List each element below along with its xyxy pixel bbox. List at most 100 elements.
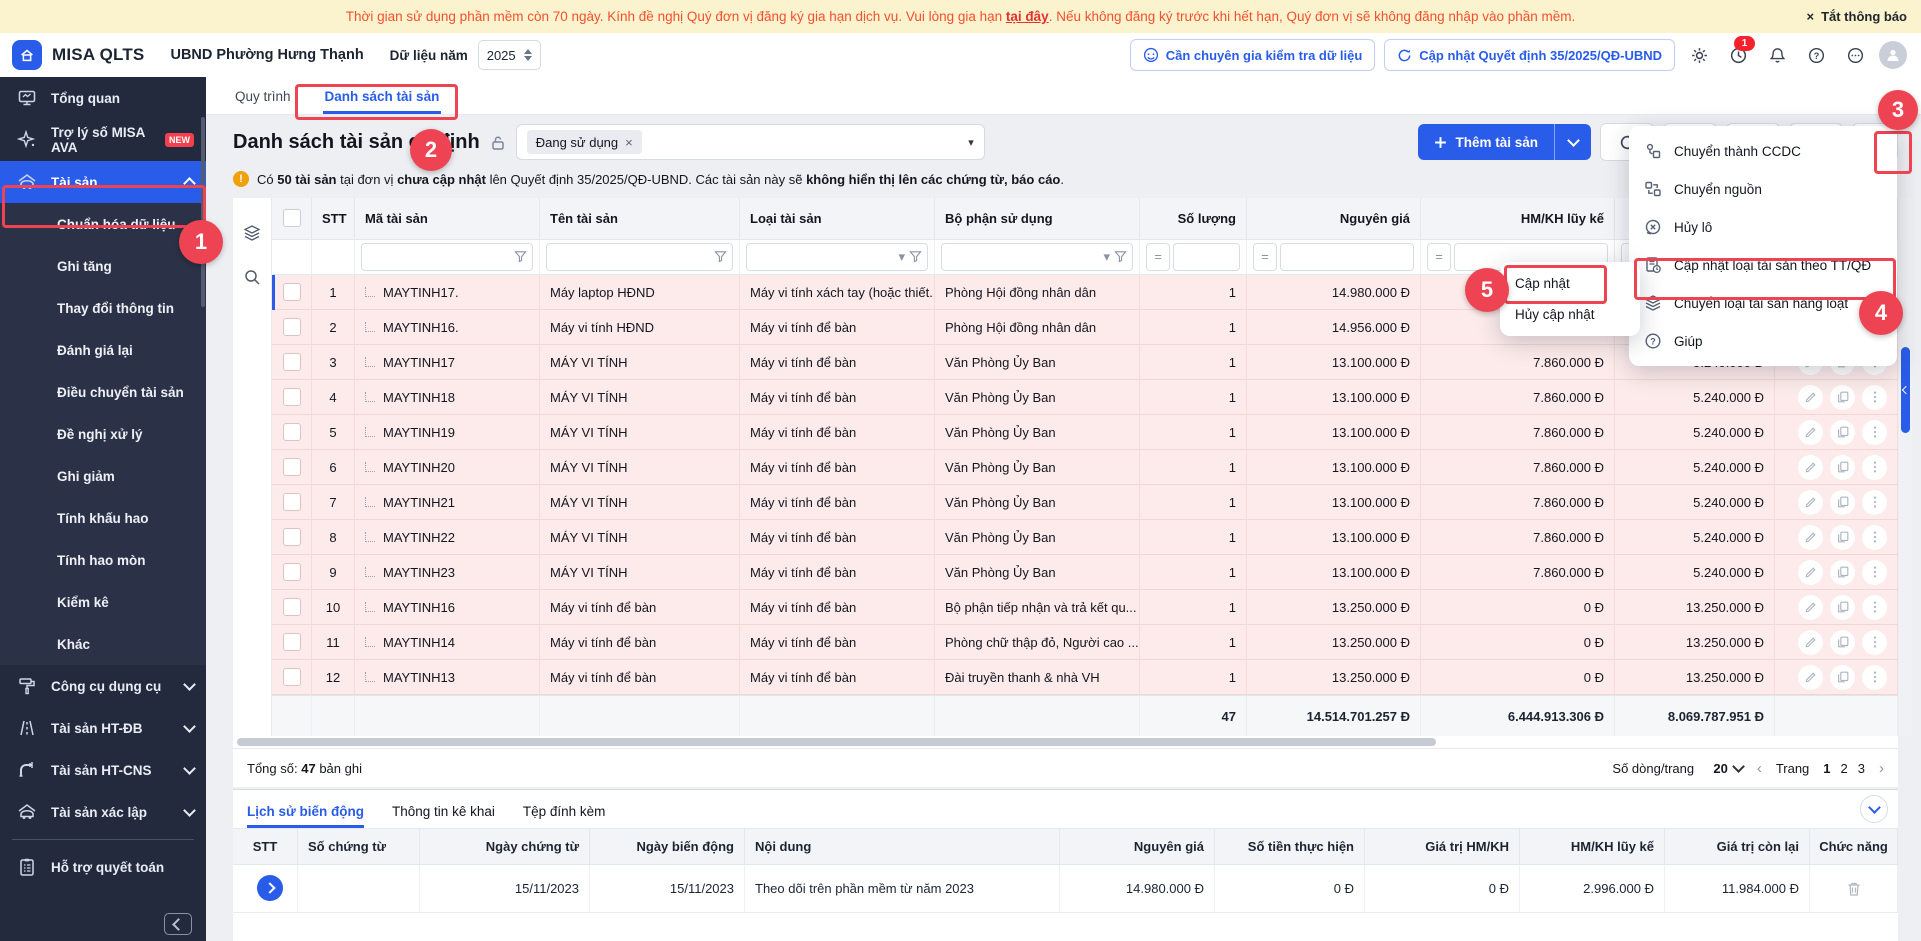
table-row[interactable]: 5MAYTINH19MÁY VI TÍNHMáy vi tính để bànV… [272, 415, 1898, 450]
sidebar-subitem[interactable]: Đề nghị xử lý [0, 413, 206, 455]
row-more-button[interactable] [1862, 490, 1887, 515]
prev-page-button[interactable]: ‹ [1757, 760, 1762, 777]
row-more-button[interactable] [1862, 525, 1887, 550]
row-more-button[interactable] [1862, 560, 1887, 585]
expert-check-button[interactable]: Cần chuyên gia kiểm tra dữ liệu [1130, 39, 1376, 71]
sidebar-subitem[interactable]: Ghi giảm [0, 455, 206, 497]
row-more-button[interactable] [1862, 420, 1887, 445]
update-decision-button[interactable]: Cập nhật Quyết định 35/2025/QĐ-UBND [1384, 39, 1675, 71]
group-layers-icon[interactable] [243, 224, 261, 242]
filter-input-name[interactable] [546, 243, 733, 271]
tab-1[interactable]: Quy trình [233, 89, 293, 114]
table-row[interactable]: 12MAYTINH13Máy vi tính để bànMáy vi tính… [272, 660, 1898, 695]
duplicate-button[interactable] [1830, 525, 1855, 550]
status-filter-chip[interactable]: Đang sử dụng × [527, 130, 642, 154]
context-menu-item-1[interactable]: Cập nhật [1500, 268, 1640, 299]
horizontal-scrollbar[interactable] [233, 736, 1898, 748]
detail-table-row[interactable]: 115/11/202315/11/2023Theo dõi trên phần … [233, 865, 1898, 913]
menu-item-4[interactable]: Cập nhật loại tài sản theo TT/QĐ [1629, 246, 1897, 284]
context-menu-item-2[interactable]: Hủy cập nhật [1500, 299, 1640, 330]
filter-equals-operator[interactable]: = [1146, 243, 1170, 271]
edit-button[interactable] [1798, 665, 1823, 690]
sidebar-collapse-button[interactable] [164, 913, 192, 935]
detail-tab-2[interactable]: Thông tin kê khai [392, 804, 495, 828]
filter-input-code[interactable] [361, 243, 533, 271]
next-page-button[interactable]: › [1879, 760, 1884, 777]
row-checkbox[interactable] [283, 668, 301, 686]
row-checkbox[interactable] [283, 353, 301, 371]
row-checkbox[interactable] [283, 633, 301, 651]
sidebar-scrollbar[interactable] [201, 117, 205, 307]
filter-input-cost[interactable] [1280, 243, 1414, 271]
unlock-icon[interactable] [490, 135, 506, 151]
status-filter-select[interactable]: Đang sử dụng × ▾ [516, 124, 985, 160]
row-checkbox[interactable] [283, 493, 301, 511]
row-checkbox[interactable] [283, 458, 301, 476]
row-more-button[interactable] [1862, 385, 1887, 410]
row-checkbox[interactable] [283, 528, 301, 546]
history-button[interactable]: 1 [1723, 40, 1753, 70]
row-checkbox[interactable] [283, 283, 301, 301]
duplicate-button[interactable] [1830, 490, 1855, 515]
table-row[interactable]: 4MAYTINH18MÁY VI TÍNHMáy vi tính để bànV… [272, 380, 1898, 415]
filter-input-type[interactable]: ▾ [746, 243, 928, 271]
settings-button[interactable] [1684, 40, 1714, 70]
sidebar-subitem[interactable]: Điều chuyển tài sản [0, 371, 206, 413]
row-checkbox[interactable] [283, 318, 301, 336]
edit-button[interactable] [1798, 560, 1823, 585]
filter-funnel-icon[interactable] [909, 250, 922, 263]
sidebar-item-7[interactable]: Tài sản xác lập [0, 791, 206, 833]
sidebar-item-6[interactable]: Tài sản HT-CNS [0, 749, 206, 791]
edit-button[interactable] [1798, 525, 1823, 550]
expand-side-strip-button[interactable] [257, 875, 283, 901]
duplicate-button[interactable] [1830, 385, 1855, 410]
table-row[interactable]: 11MAYTINH14Máy vi tính để bànMáy vi tính… [272, 625, 1898, 660]
sidebar-item-2[interactable]: Trợ lý số MISA AVANEW [0, 119, 206, 161]
table-row[interactable]: 6MAYTINH20MÁY VI TÍNHMáy vi tính để bànV… [272, 450, 1898, 485]
table-row[interactable]: 7MAYTINH21MÁY VI TÍNHMáy vi tính để bànV… [272, 485, 1898, 520]
help-button[interactable]: ? [1801, 40, 1831, 70]
menu-item-1[interactable]: Chuyển thành CCDC [1629, 132, 1897, 170]
notifications-button[interactable] [1762, 40, 1792, 70]
row-checkbox[interactable] [283, 598, 301, 616]
row-more-button[interactable] [1862, 630, 1887, 655]
renew-link[interactable]: tại đây [1006, 9, 1049, 24]
dismiss-notification-button[interactable]: × Tắt thông báo [1806, 0, 1907, 33]
edit-button[interactable] [1798, 490, 1823, 515]
row-checkbox[interactable] [283, 423, 301, 441]
sidebar-subitem[interactable]: Tính hao mòn [0, 539, 206, 581]
duplicate-button[interactable] [1830, 595, 1855, 620]
search-icon[interactable] [243, 268, 261, 286]
edit-button[interactable] [1798, 385, 1823, 410]
table-row[interactable]: 9MAYTINH23MÁY VI TÍNHMáy vi tính để bànV… [272, 555, 1898, 590]
sidebar-item-3[interactable]: Tài sản [0, 161, 206, 203]
add-asset-dropdown[interactable] [1554, 124, 1591, 160]
year-stepper[interactable] [524, 49, 532, 61]
add-asset-button[interactable]: Thêm tài sản [1418, 124, 1591, 160]
vertical-scrollbar[interactable] [1899, 198, 1912, 736]
duplicate-button[interactable] [1830, 455, 1855, 480]
sidebar-item-4[interactable]: Công cụ dụng cụ [0, 665, 206, 707]
filter-equals-operator[interactable]: = [1427, 243, 1451, 271]
vertical-scrollbar-thumb[interactable] [1901, 347, 1910, 433]
delete-row-button[interactable] [1846, 881, 1862, 897]
row-checkbox[interactable] [283, 388, 301, 406]
edit-button[interactable] [1798, 630, 1823, 655]
sidebar-subitem[interactable]: Kiểm kê [0, 581, 206, 623]
edit-button[interactable] [1798, 595, 1823, 620]
select-all-checkbox[interactable] [283, 209, 301, 227]
more-apps-button[interactable] [1840, 40, 1870, 70]
duplicate-button[interactable] [1830, 630, 1855, 655]
filter-funnel-icon[interactable] [514, 250, 527, 263]
duplicate-button[interactable] [1830, 420, 1855, 445]
page-number-3[interactable]: 3 [1858, 761, 1865, 776]
filter-input-qty[interactable] [1173, 243, 1240, 271]
edit-button[interactable] [1798, 420, 1823, 445]
sidebar-item-1[interactable]: Tổng quan [0, 77, 206, 119]
row-more-button[interactable] [1862, 665, 1887, 690]
filter-funnel-icon[interactable] [714, 250, 727, 263]
detail-tab-3[interactable]: Tệp đính kèm [523, 804, 606, 828]
edit-button[interactable] [1798, 455, 1823, 480]
menu-item-3[interactable]: Hủy lô [1629, 208, 1897, 246]
sidebar-subitem[interactable]: Khác [0, 623, 206, 665]
